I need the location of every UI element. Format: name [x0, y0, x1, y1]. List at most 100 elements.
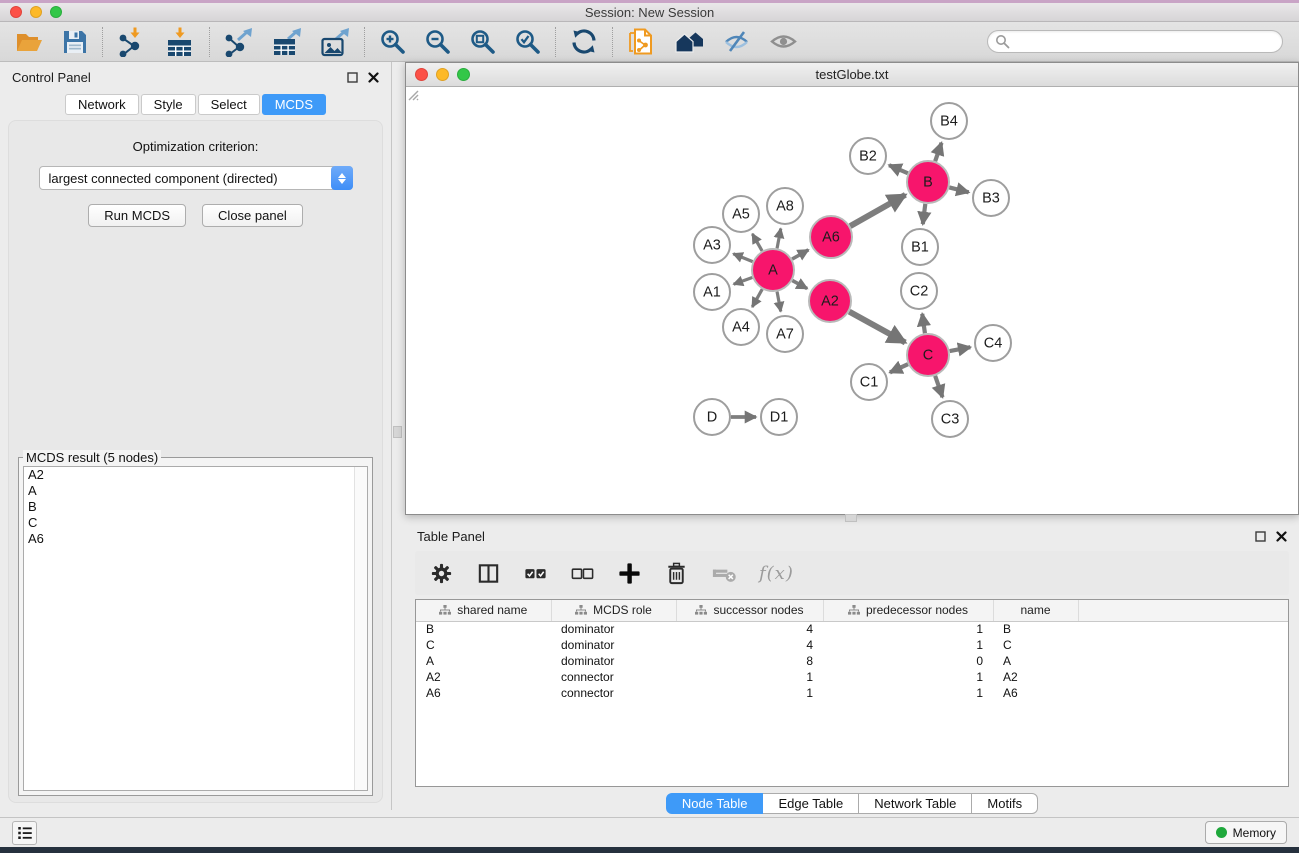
table-cell[interactable]: 1 [823, 685, 993, 701]
graph-node-C[interactable]: C [907, 334, 949, 376]
graph-node-A8[interactable]: A8 [767, 188, 803, 224]
select-all-icon[interactable] [523, 561, 548, 586]
zoom-fit-icon[interactable] [469, 28, 496, 55]
table-cell[interactable]: 1 [823, 669, 993, 685]
save-session-icon[interactable] [62, 29, 88, 55]
table-cell[interactable]: A2 [993, 669, 1078, 685]
export-table-icon[interactable] [272, 27, 302, 57]
result-item[interactable]: B [24, 499, 367, 515]
result-item[interactable]: C [24, 515, 367, 531]
zoom-selected-icon[interactable] [514, 28, 541, 55]
table-cell[interactable]: A [416, 653, 551, 669]
vertical-splitter-handle[interactable] [393, 426, 402, 438]
graph-node-A7[interactable]: A7 [767, 316, 803, 352]
resize-grip-icon[interactable] [406, 88, 419, 101]
graph-node-C4[interactable]: C4 [975, 325, 1011, 361]
delete-column-icon[interactable] [664, 561, 689, 586]
table-cell[interactable]: connector [551, 685, 676, 701]
column-visibility-icon[interactable] [476, 561, 501, 586]
optimization-criterion-dropdown[interactable]: largest connected component (directed) [39, 166, 353, 190]
delete-table-icon[interactable] [711, 561, 737, 586]
table-cell[interactable]: 1 [676, 685, 823, 701]
graph-node-A5[interactable]: A5 [723, 196, 759, 232]
graph-node-B[interactable]: B [907, 161, 949, 203]
run-mcds-button[interactable]: Run MCDS [88, 204, 186, 227]
edge-A-A5[interactable] [752, 234, 762, 251]
export-network-icon[interactable] [224, 27, 254, 57]
table-row[interactable]: A6connector11A6 [416, 685, 1288, 701]
edge-C-C1[interactable] [890, 364, 908, 372]
result-item[interactable]: A2 [24, 467, 367, 483]
table-cell[interactable]: 0 [823, 653, 993, 669]
home-view-icon[interactable] [675, 28, 705, 55]
graph-node-A1[interactable]: A1 [694, 274, 730, 310]
tab-edge-table[interactable]: Edge Table [763, 793, 859, 814]
column-header-successor-nodes[interactable]: successor nodes [676, 600, 823, 621]
export-image-icon[interactable] [320, 27, 350, 57]
graph-node-A4[interactable]: A4 [723, 309, 759, 345]
search-input[interactable] [987, 30, 1283, 53]
result-item[interactable]: A6 [24, 531, 367, 547]
table-cell[interactable]: 1 [823, 621, 993, 637]
column-header-MCDS-role[interactable]: MCDS role [551, 600, 676, 621]
function-builder-icon[interactable]: f(x) [759, 563, 794, 584]
tab-network-table[interactable]: Network Table [859, 793, 972, 814]
table-cell[interactable]: A [993, 653, 1078, 669]
close-table-panel-icon[interactable] [1276, 531, 1287, 542]
table-cell[interactable]: 1 [823, 637, 993, 653]
graph-node-B4[interactable]: B4 [931, 103, 967, 139]
graph-node-A6[interactable]: A6 [810, 216, 852, 258]
edge-B-B2[interactable] [889, 165, 908, 173]
tab-network[interactable]: Network [65, 94, 139, 115]
graph-node-C2[interactable]: C2 [901, 273, 937, 309]
close-panel-button[interactable]: Close panel [202, 204, 303, 227]
deselect-all-icon[interactable] [570, 561, 595, 586]
table-cell[interactable]: B [993, 621, 1078, 637]
table-cell[interactable]: dominator [551, 637, 676, 653]
edge-A-A8[interactable] [777, 229, 781, 249]
memory-button[interactable]: Memory [1205, 821, 1287, 844]
import-network-icon[interactable] [117, 27, 147, 57]
edge-A-A3[interactable] [733, 254, 752, 262]
import-table-icon[interactable] [165, 27, 195, 57]
network-canvas[interactable]: B4B2BB3A8A5A6A3B1AA1C2A2A4A7C4CC1C3DD1 [406, 88, 1298, 514]
dropdown-stepper-icon[interactable] [331, 166, 353, 190]
network-from-selection-icon[interactable] [627, 27, 657, 57]
table-row[interactable]: Cdominator41C [416, 637, 1288, 653]
edge-A-A7[interactable] [777, 292, 781, 312]
edge-C-C3[interactable] [935, 376, 942, 397]
edge-A-A1[interactable] [734, 277, 753, 284]
graph-node-A[interactable]: A [752, 249, 794, 291]
horizontal-splitter-handle[interactable] [845, 514, 857, 522]
graph-node-A3[interactable]: A3 [694, 227, 730, 263]
zoom-out-icon[interactable] [424, 28, 451, 55]
close-panel-icon[interactable] [368, 72, 379, 83]
table-cell[interactable]: 8 [676, 653, 823, 669]
tab-select[interactable]: Select [198, 94, 260, 115]
graph-node-C3[interactable]: C3 [932, 401, 968, 437]
result-item[interactable]: A [24, 483, 367, 499]
tab-mcds[interactable]: MCDS [262, 94, 326, 115]
edge-C-C2[interactable] [922, 314, 925, 333]
edge-A2-C[interactable] [849, 312, 905, 343]
table-cell[interactable]: 4 [676, 637, 823, 653]
result-scrollbar[interactable] [354, 467, 367, 790]
column-header-name[interactable]: name [993, 600, 1078, 621]
task-history-button[interactable] [12, 821, 37, 845]
table-cell[interactable]: A6 [416, 685, 551, 701]
edge-B-B1[interactable] [923, 204, 926, 224]
table-cell[interactable]: A2 [416, 669, 551, 685]
refresh-icon[interactable] [570, 28, 598, 55]
table-cell[interactable]: B [416, 621, 551, 637]
mcds-result-list[interactable]: A2ABCA6 [23, 466, 368, 791]
graph-node-B3[interactable]: B3 [973, 180, 1009, 216]
graph-node-D[interactable]: D [694, 399, 730, 435]
table-row[interactable]: Adominator80A [416, 653, 1288, 669]
zoom-in-icon[interactable] [379, 28, 406, 55]
table-cell[interactable]: connector [551, 669, 676, 685]
table-cell[interactable]: C [993, 637, 1078, 653]
tab-node-table[interactable]: Node Table [666, 793, 764, 814]
graph-node-B2[interactable]: B2 [850, 138, 886, 174]
table-cell[interactable]: A6 [993, 685, 1078, 701]
show-hidden-icon[interactable] [769, 28, 798, 55]
